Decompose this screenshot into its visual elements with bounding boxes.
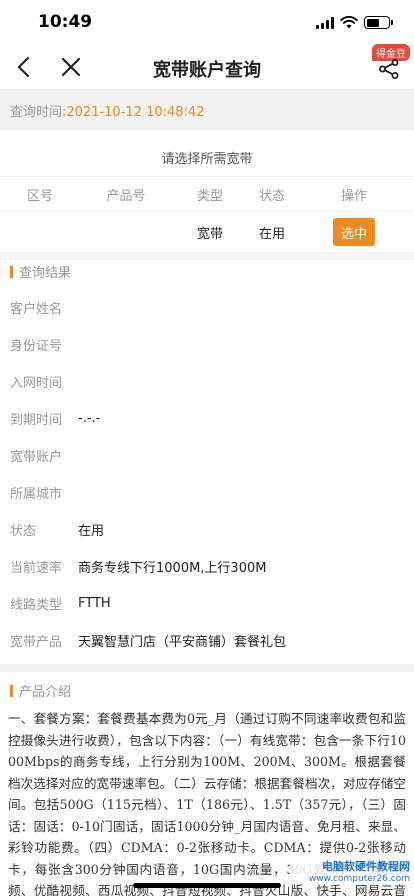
table-row: 宽带 在用 选中 xyxy=(0,212,414,252)
accent-bar xyxy=(10,684,13,697)
field-value: 商务专线下行1000M,上行300M xyxy=(78,561,267,576)
accent-bar xyxy=(10,265,13,278)
field-key: 客户姓名 xyxy=(10,302,63,317)
intro-section-title: 产品介绍 xyxy=(10,681,71,700)
field-value: FTTH xyxy=(78,596,111,611)
page-title: 宽带账户查询 xyxy=(153,60,261,81)
field-key: 宽带产品 xyxy=(10,635,63,650)
header-type: 类型 xyxy=(196,188,223,204)
select-button[interactable]: 选中 xyxy=(333,218,375,246)
page: 10:49 宽带账户查询 得金豆 查询时间:2021-10-12 10:48:4… xyxy=(0,0,414,896)
query-time-bar: 查询时间:2021-10-12 10:48:42 xyxy=(0,90,414,130)
intro-title-text: 产品介绍 xyxy=(19,685,72,700)
result-section-title: 查询结果 xyxy=(10,262,71,281)
field-line-type: 线路类型 FTTH xyxy=(10,585,404,622)
header-action: 操作 xyxy=(340,188,367,204)
table-header: 区号 产品号 类型 状态 操作 xyxy=(0,176,414,212)
row-product-no xyxy=(92,212,160,252)
field-id-number: 身份证号 xyxy=(10,326,404,363)
table-title: 请选择所需宽带 xyxy=(161,152,253,167)
row-type: 宽带 xyxy=(196,226,223,242)
status-icons xyxy=(316,16,393,29)
section-divider xyxy=(0,252,414,260)
field-key: 当前速率 xyxy=(10,561,63,576)
wifi-icon xyxy=(340,16,358,29)
field-status: 状态 在用 xyxy=(10,511,404,548)
field-key: 到期时间 xyxy=(10,413,63,428)
home-indicator xyxy=(133,883,281,888)
query-time-label: 查询时间: xyxy=(10,105,67,120)
field-value: -.-.- xyxy=(78,411,101,426)
field-key: 身份证号 xyxy=(10,339,63,354)
header-area-code: 区号 xyxy=(26,188,53,204)
field-value: 在用 xyxy=(78,524,105,539)
row-status: 在用 xyxy=(258,226,285,242)
site-watermark: 电脑软硬件教程网 www.computer26.com xyxy=(290,858,410,884)
nav-bar: 宽带账户查询 得金豆 xyxy=(0,44,414,90)
field-city: 所属城市 xyxy=(10,474,404,511)
status-time: 10:49 xyxy=(38,12,93,32)
watermark-title: 电脑软硬件教程网 xyxy=(290,858,410,874)
query-time-value: 2021-10-12 10:48:42 xyxy=(66,105,205,120)
field-broadband-account: 宽带账户 xyxy=(10,437,404,474)
battery-icon xyxy=(364,16,393,29)
result-title-text: 查询结果 xyxy=(19,266,72,281)
field-customer-name: 客户姓名 xyxy=(10,289,404,326)
header-product-no: 产品号 xyxy=(106,188,146,204)
field-key: 所属城市 xyxy=(10,487,63,502)
row-area-code xyxy=(10,212,70,252)
field-join-date: 入网时间 xyxy=(10,363,404,400)
cellular-signal-icon xyxy=(316,16,334,29)
section-divider xyxy=(0,664,414,672)
field-product: 宽带产品 天翼智慧门店（平安商铺）套餐礼包 xyxy=(10,622,404,659)
row-action-cell: 选中 xyxy=(326,212,382,252)
field-speed: 当前速率 商务专线下行1000M,上行300M xyxy=(10,548,404,585)
share-icon[interactable] xyxy=(378,58,400,80)
field-expiry-date: 到期时间 -.-.- xyxy=(10,400,404,437)
field-key: 入网时间 xyxy=(10,376,63,391)
status-bar: 10:49 xyxy=(0,0,414,44)
field-key: 线路类型 xyxy=(10,598,63,613)
field-value: 天翼智慧门店（平安商铺）套餐礼包 xyxy=(78,635,287,650)
header-status: 状态 xyxy=(258,188,285,204)
watermark-url: www.computer26.com xyxy=(290,874,410,884)
field-key: 宽带账户 xyxy=(10,450,63,465)
field-key: 状态 xyxy=(10,524,37,539)
